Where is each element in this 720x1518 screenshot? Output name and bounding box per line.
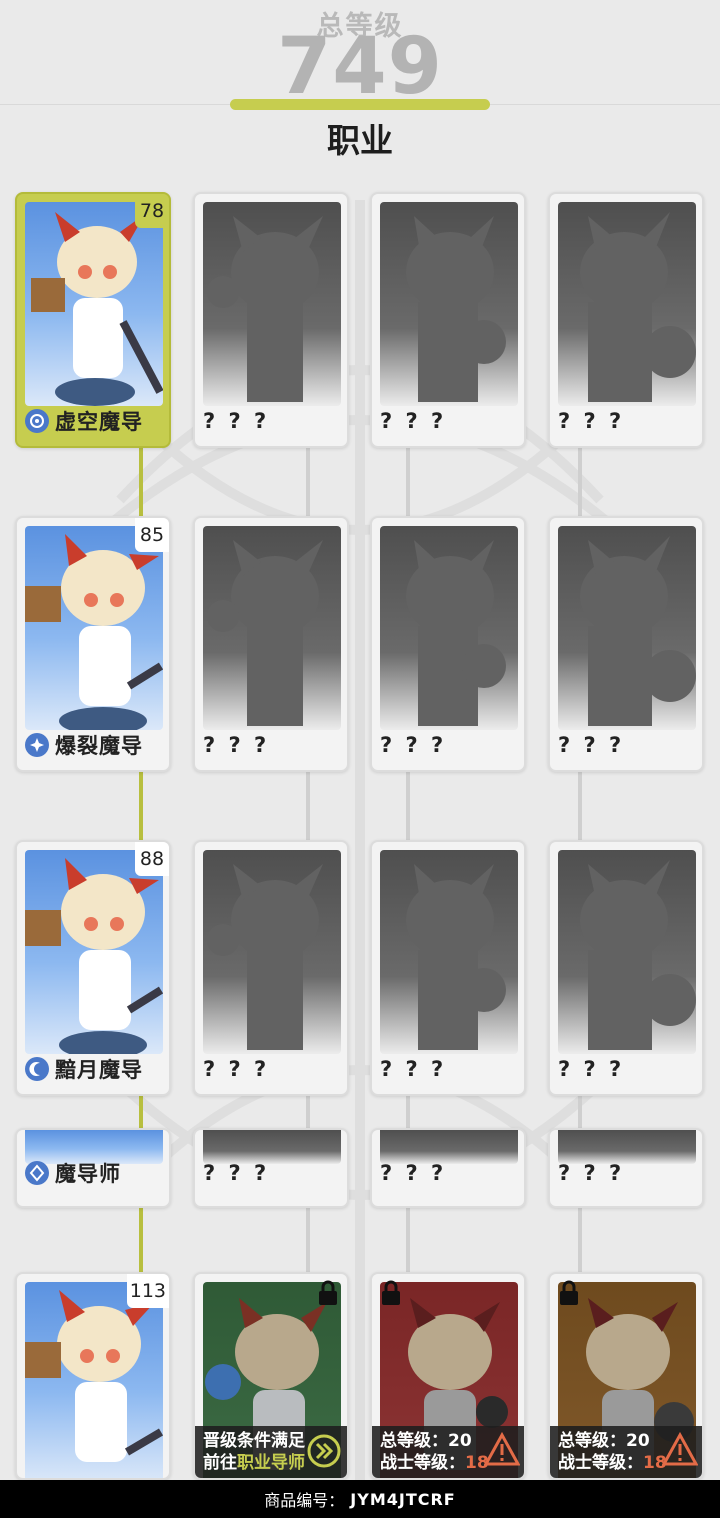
class-card-locked[interactable]: 总等级：20 战士等级：18 <box>370 1272 526 1480</box>
class-card-dark-moon-mage[interactable]: 88 黯月魔导 <box>15 840 171 1096</box>
class-name: ? ? ? <box>558 733 625 757</box>
requirement-label: 总等级： <box>558 1431 626 1451</box>
lock-icon <box>382 1280 400 1305</box>
silhouette-portrait <box>558 850 696 1054</box>
requirement-label: 总等级： <box>380 1431 448 1451</box>
class-card-hidden[interactable]: ? ? ? <box>370 516 526 772</box>
requirement-panel: 总等级：20 战士等级：18 <box>550 1426 702 1478</box>
class-card-locked-advance[interactable]: 晋级条件满足 前往职业导师 <box>193 1272 349 1480</box>
character-portrait <box>25 1282 163 1478</box>
class-card-hidden[interactable]: ? ? ? <box>370 192 526 448</box>
character-portrait <box>25 202 163 406</box>
class-card-hidden[interactable]: ? ? ? <box>548 192 704 448</box>
warning-icon <box>484 1432 520 1466</box>
class-card-hidden[interactable]: ? ? ? <box>370 840 526 1096</box>
class-name: 爆裂魔导 <box>55 734 143 758</box>
class-card-hidden[interactable]: ? ? ? <box>548 516 704 772</box>
class-name: ? ? ? <box>558 1161 625 1185</box>
class-card-void-mage[interactable]: 78 虚空魔导 <box>15 192 171 448</box>
class-card-base[interactable]: 113 <box>15 1272 171 1480</box>
silhouette-portrait <box>203 202 341 406</box>
class-card-hidden[interactable]: ? ? ? <box>193 840 349 1096</box>
class-level-badge: 88 <box>135 842 169 876</box>
silhouette-portrait <box>380 526 518 730</box>
class-card-hidden[interactable]: ? ? ? <box>548 840 704 1096</box>
class-name: 魔导师 <box>55 1162 121 1186</box>
product-id-label: 商品编号： <box>264 1491 345 1510</box>
requirement-label: 战士等级： <box>558 1453 643 1473</box>
requirement-label: 战士等级： <box>380 1453 465 1473</box>
class-level-badge: 113 <box>126 1274 169 1308</box>
silhouette-portrait <box>558 202 696 406</box>
requirement-panel: 总等级：20 战士等级：18 <box>372 1426 524 1478</box>
advance-condition-panel[interactable]: 晋级条件满足 前往职业导师 <box>195 1426 347 1478</box>
class-name: ? ? ? <box>380 409 447 433</box>
mage-class-icon <box>25 1057 49 1081</box>
character-portrait <box>25 850 163 1054</box>
condition-text: 前往 <box>203 1453 237 1473</box>
requirement-value: 20 <box>626 1431 650 1451</box>
class-card-hidden[interactable]: ? ? ? <box>548 1128 704 1208</box>
class-name: ? ? ? <box>203 1057 270 1081</box>
requirement-value: 20 <box>448 1431 472 1451</box>
silhouette-portrait <box>380 202 518 406</box>
silhouette-portrait <box>380 850 518 1054</box>
product-id-footer: 商品编号： JYM4JTCRF <box>0 1480 720 1518</box>
class-card-hidden[interactable]: ? ? ? <box>193 516 349 772</box>
class-name: ? ? ? <box>380 1057 447 1081</box>
class-card-burst-mage[interactable]: 85 爆裂魔导 <box>15 516 171 772</box>
class-name: ? ? ? <box>380 733 447 757</box>
class-card-hidden[interactable]: ? ? ? <box>370 1128 526 1208</box>
class-name: ? ? ? <box>203 733 270 757</box>
product-id-code: JYM4JTCRF <box>350 1489 456 1509</box>
class-name: 黯月魔导 <box>55 1058 143 1082</box>
class-name: 虚空魔导 <box>55 410 143 434</box>
class-name: ? ? ? <box>203 409 270 433</box>
class-level-badge: 85 <box>135 518 169 552</box>
page-title: 职业 <box>327 121 393 160</box>
class-card-locked[interactable]: 总等级：20 战士等级：18 <box>548 1272 704 1480</box>
silhouette-portrait <box>558 526 696 730</box>
total-level-bar <box>230 99 490 110</box>
silhouette-portrait <box>203 526 341 730</box>
class-name: ? ? ? <box>558 409 625 433</box>
class-trainer-link[interactable]: 职业导师 <box>237 1453 305 1473</box>
class-name: ? ? ? <box>203 1161 270 1185</box>
lock-icon <box>319 1280 337 1305</box>
go-arrow-icon[interactable] <box>307 1434 341 1468</box>
warning-icon <box>662 1432 698 1466</box>
mage-class-icon <box>25 409 49 433</box>
lock-icon <box>560 1280 578 1305</box>
class-card-hidden[interactable]: ? ? ? <box>193 192 349 448</box>
class-card-mage[interactable]: 魔导师 <box>15 1128 171 1208</box>
class-card-hidden[interactable]: ? ? ? <box>193 1128 349 1208</box>
silhouette-portrait <box>203 850 341 1054</box>
character-portrait <box>25 526 163 730</box>
mage-class-icon <box>25 1161 49 1185</box>
class-name: ? ? ? <box>558 1057 625 1081</box>
class-level-badge: 78 <box>135 194 169 228</box>
class-name: ? ? ? <box>380 1161 447 1185</box>
header: 总等级 749 职业 <box>0 0 720 170</box>
mage-class-icon <box>25 733 49 757</box>
